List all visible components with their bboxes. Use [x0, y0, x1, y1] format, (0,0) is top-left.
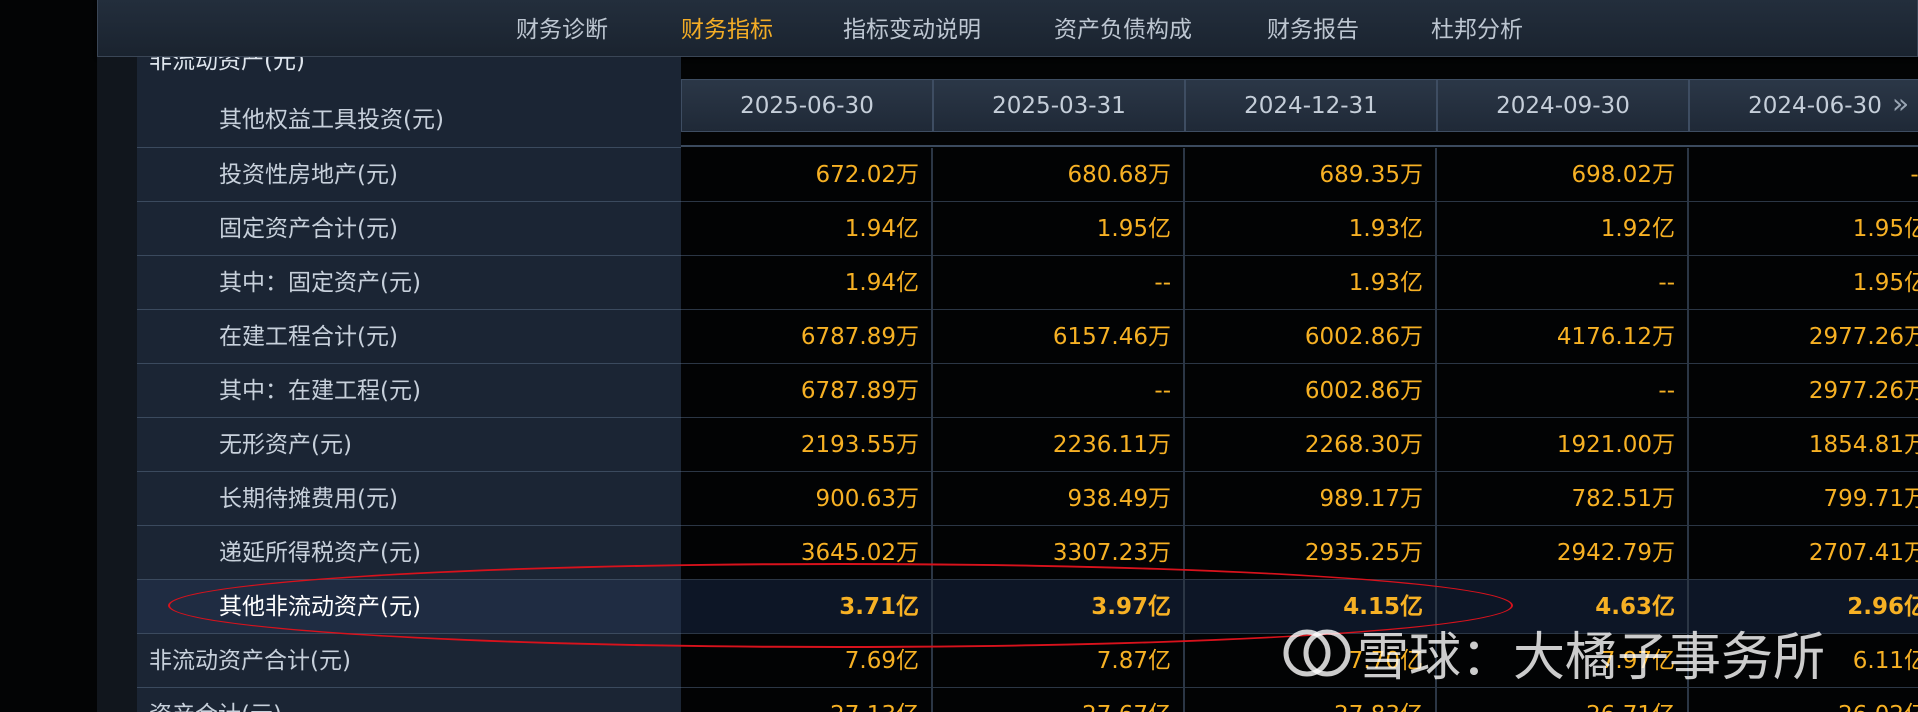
- header-divider: [681, 145, 1918, 147]
- value-cell: --: [1437, 256, 1689, 310]
- tab-2[interactable]: 财务指标: [681, 0, 773, 57]
- value-cell: 689.35万: [1185, 148, 1437, 202]
- value-cell: 1854.81万: [1689, 418, 1918, 472]
- value-cell: --: [1689, 148, 1918, 202]
- value-cell: 6787.89万: [681, 310, 933, 364]
- row-label: 其中：在建工程(元): [137, 364, 681, 418]
- chevron-double-right-icon[interactable]: »: [1892, 87, 1909, 120]
- value-cell: 938.49万: [933, 472, 1185, 526]
- row-label: 在建工程合计(元): [137, 310, 681, 364]
- value-cell: 2942.79万: [1437, 526, 1689, 580]
- row-label: 无形资产(元): [137, 418, 681, 472]
- header-label-cell: 其他权益工具投资(元): [137, 93, 681, 148]
- value-cell: 2236.11万: [933, 418, 1185, 472]
- date-header-2025-03-31[interactable]: 2025-03-31: [933, 79, 1185, 132]
- value-cell: 1.95亿: [1689, 256, 1918, 310]
- date-header-2024-09-30[interactable]: 2024-09-30: [1437, 79, 1689, 132]
- left-side-panel: [97, 57, 137, 712]
- value-cell: 2193.55万: [681, 418, 933, 472]
- value-cell: --: [933, 364, 1185, 418]
- row-label: 其中：固定资产(元): [137, 256, 681, 310]
- value-cell: 799.71万: [1689, 472, 1918, 526]
- value-cell: --: [933, 256, 1185, 310]
- value-cell: 698.02万: [1437, 148, 1689, 202]
- value-cell: 4176.12万: [1437, 310, 1689, 364]
- tab-4[interactable]: 资产负债构成: [1054, 0, 1192, 57]
- value-cell: 1.94亿: [681, 256, 933, 310]
- value-cell: 1.95亿: [1689, 202, 1918, 256]
- value-cell: 1921.00万: [1437, 418, 1689, 472]
- value-cell: 680.68万: [933, 148, 1185, 202]
- date-header-row: 2025-06-30 2025-03-31 2024-12-31 2024-09-30…: [681, 79, 1918, 134]
- tab-6[interactable]: 杜邦分析: [1431, 0, 1523, 57]
- section-header-label: 非流动资产(元): [149, 57, 305, 74]
- value-cell: 2977.26万: [1689, 364, 1918, 418]
- value-cell: 26.02亿: [1689, 688, 1918, 712]
- value-cell: 6157.46万: [933, 310, 1185, 364]
- value-cell: 1.94亿: [681, 202, 933, 256]
- value-cell: 2268.30万: [1185, 418, 1437, 472]
- value-cell: 782.51万: [1437, 472, 1689, 526]
- value-cell: 2977.26万: [1689, 310, 1918, 364]
- value-cell: 27.83亿: [1185, 688, 1437, 712]
- tab-3[interactable]: 指标变动说明: [843, 0, 981, 57]
- value-cell: 989.17万: [1185, 472, 1437, 526]
- top-navigation-bar: 财务诊断 财务指标 指标变动说明 资产负债构成 财务报告 杜邦分析: [97, 0, 1918, 57]
- value-cell: 6002.86万: [1185, 310, 1437, 364]
- date-header-2024-06-30[interactable]: 2024-06-30: [1689, 79, 1918, 132]
- section-header-row: 非流动资产(元): [137, 57, 681, 94]
- value-cell: 1.92亿: [1437, 202, 1689, 256]
- value-cell: 27.13亿: [681, 688, 933, 712]
- date-header-2025-06-30[interactable]: 2025-06-30: [681, 79, 933, 132]
- tab-5[interactable]: 财务报告: [1267, 0, 1359, 57]
- date-header-2024-12-31[interactable]: 2024-12-31: [1185, 79, 1437, 132]
- value-cell: 900.63万: [681, 472, 933, 526]
- row-label: 投资性房地产(元): [137, 148, 681, 202]
- value-cell: 27.67亿: [933, 688, 1185, 712]
- watermark-text: 雪球：大橘子事务所: [1357, 628, 1826, 688]
- row-label: 长期待摊费用(元): [137, 472, 681, 526]
- xueqiu-logo-icon: [1283, 625, 1351, 681]
- row-label: 资产合计(元): [137, 688, 681, 712]
- watermark: 雪球：大橘子事务所: [1283, 615, 1826, 688]
- row-label: 固定资产合计(元): [137, 202, 681, 256]
- value-cell: 6002.86万: [1185, 364, 1437, 418]
- value-cell: --: [1437, 364, 1689, 418]
- value-cell: 2707.41万: [1689, 526, 1918, 580]
- value-cell: 6787.89万: [681, 364, 933, 418]
- tab-1[interactable]: 财务诊断: [516, 0, 608, 57]
- value-cell: 672.02万: [681, 148, 933, 202]
- value-cell: 1.93亿: [1185, 202, 1437, 256]
- value-cell: 26.71亿: [1437, 688, 1689, 712]
- value-cell: 1.93亿: [1185, 256, 1437, 310]
- value-cell: 1.95亿: [933, 202, 1185, 256]
